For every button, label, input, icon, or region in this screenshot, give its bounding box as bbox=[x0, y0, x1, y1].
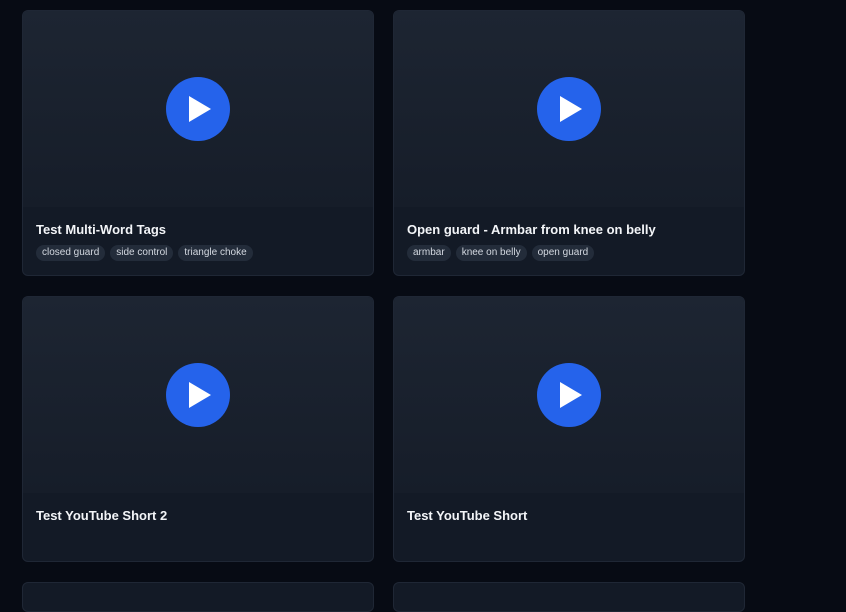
play-button[interactable] bbox=[537, 363, 601, 427]
video-title[interactable]: Test YouTube Short 2 bbox=[36, 508, 360, 524]
video-card[interactable]: Test YouTube Short 2 bbox=[22, 296, 374, 562]
play-icon bbox=[189, 96, 211, 122]
video-info: Test YouTube Short bbox=[394, 493, 744, 524]
video-title[interactable]: Open guard - Armbar from knee on belly bbox=[407, 222, 731, 238]
play-icon bbox=[189, 382, 211, 408]
video-thumbnail[interactable] bbox=[23, 11, 373, 207]
play-button[interactable] bbox=[166, 77, 230, 141]
video-title[interactable]: Test YouTube Short bbox=[407, 508, 731, 524]
tag-chip[interactable]: armbar bbox=[407, 245, 451, 261]
video-card[interactable]: Open guard - Armbar from knee on belly a… bbox=[393, 10, 745, 276]
video-thumbnail[interactable] bbox=[23, 297, 373, 493]
tag-list: closed guard side control triangle choke bbox=[36, 245, 360, 261]
play-button[interactable] bbox=[537, 77, 601, 141]
tag-chip[interactable]: closed guard bbox=[36, 245, 106, 261]
video-card-partial[interactable] bbox=[393, 582, 745, 612]
tag-chip[interactable]: open guard bbox=[531, 245, 595, 261]
video-info: Test Multi-Word Tags closed guard side c… bbox=[23, 207, 373, 261]
play-button[interactable] bbox=[166, 363, 230, 427]
video-card[interactable]: Test YouTube Short bbox=[393, 296, 745, 562]
video-title[interactable]: Test Multi-Word Tags bbox=[36, 222, 360, 238]
video-info: Test YouTube Short 2 bbox=[23, 493, 373, 524]
tag-chip[interactable]: knee on belly bbox=[455, 245, 527, 261]
video-card-partial[interactable] bbox=[22, 582, 374, 612]
tag-list: armbar knee on belly open guard bbox=[407, 245, 731, 261]
video-card[interactable]: Test Multi-Word Tags closed guard side c… bbox=[22, 10, 374, 276]
tag-chip[interactable]: triangle choke bbox=[178, 245, 253, 261]
video-info: Open guard - Armbar from knee on belly a… bbox=[394, 207, 744, 261]
tag-chip[interactable]: side control bbox=[110, 245, 174, 261]
video-thumbnail[interactable] bbox=[394, 11, 744, 207]
play-icon bbox=[560, 96, 582, 122]
play-icon bbox=[560, 382, 582, 408]
video-grid: Test Multi-Word Tags closed guard side c… bbox=[22, 10, 746, 612]
video-thumbnail[interactable] bbox=[394, 297, 744, 493]
